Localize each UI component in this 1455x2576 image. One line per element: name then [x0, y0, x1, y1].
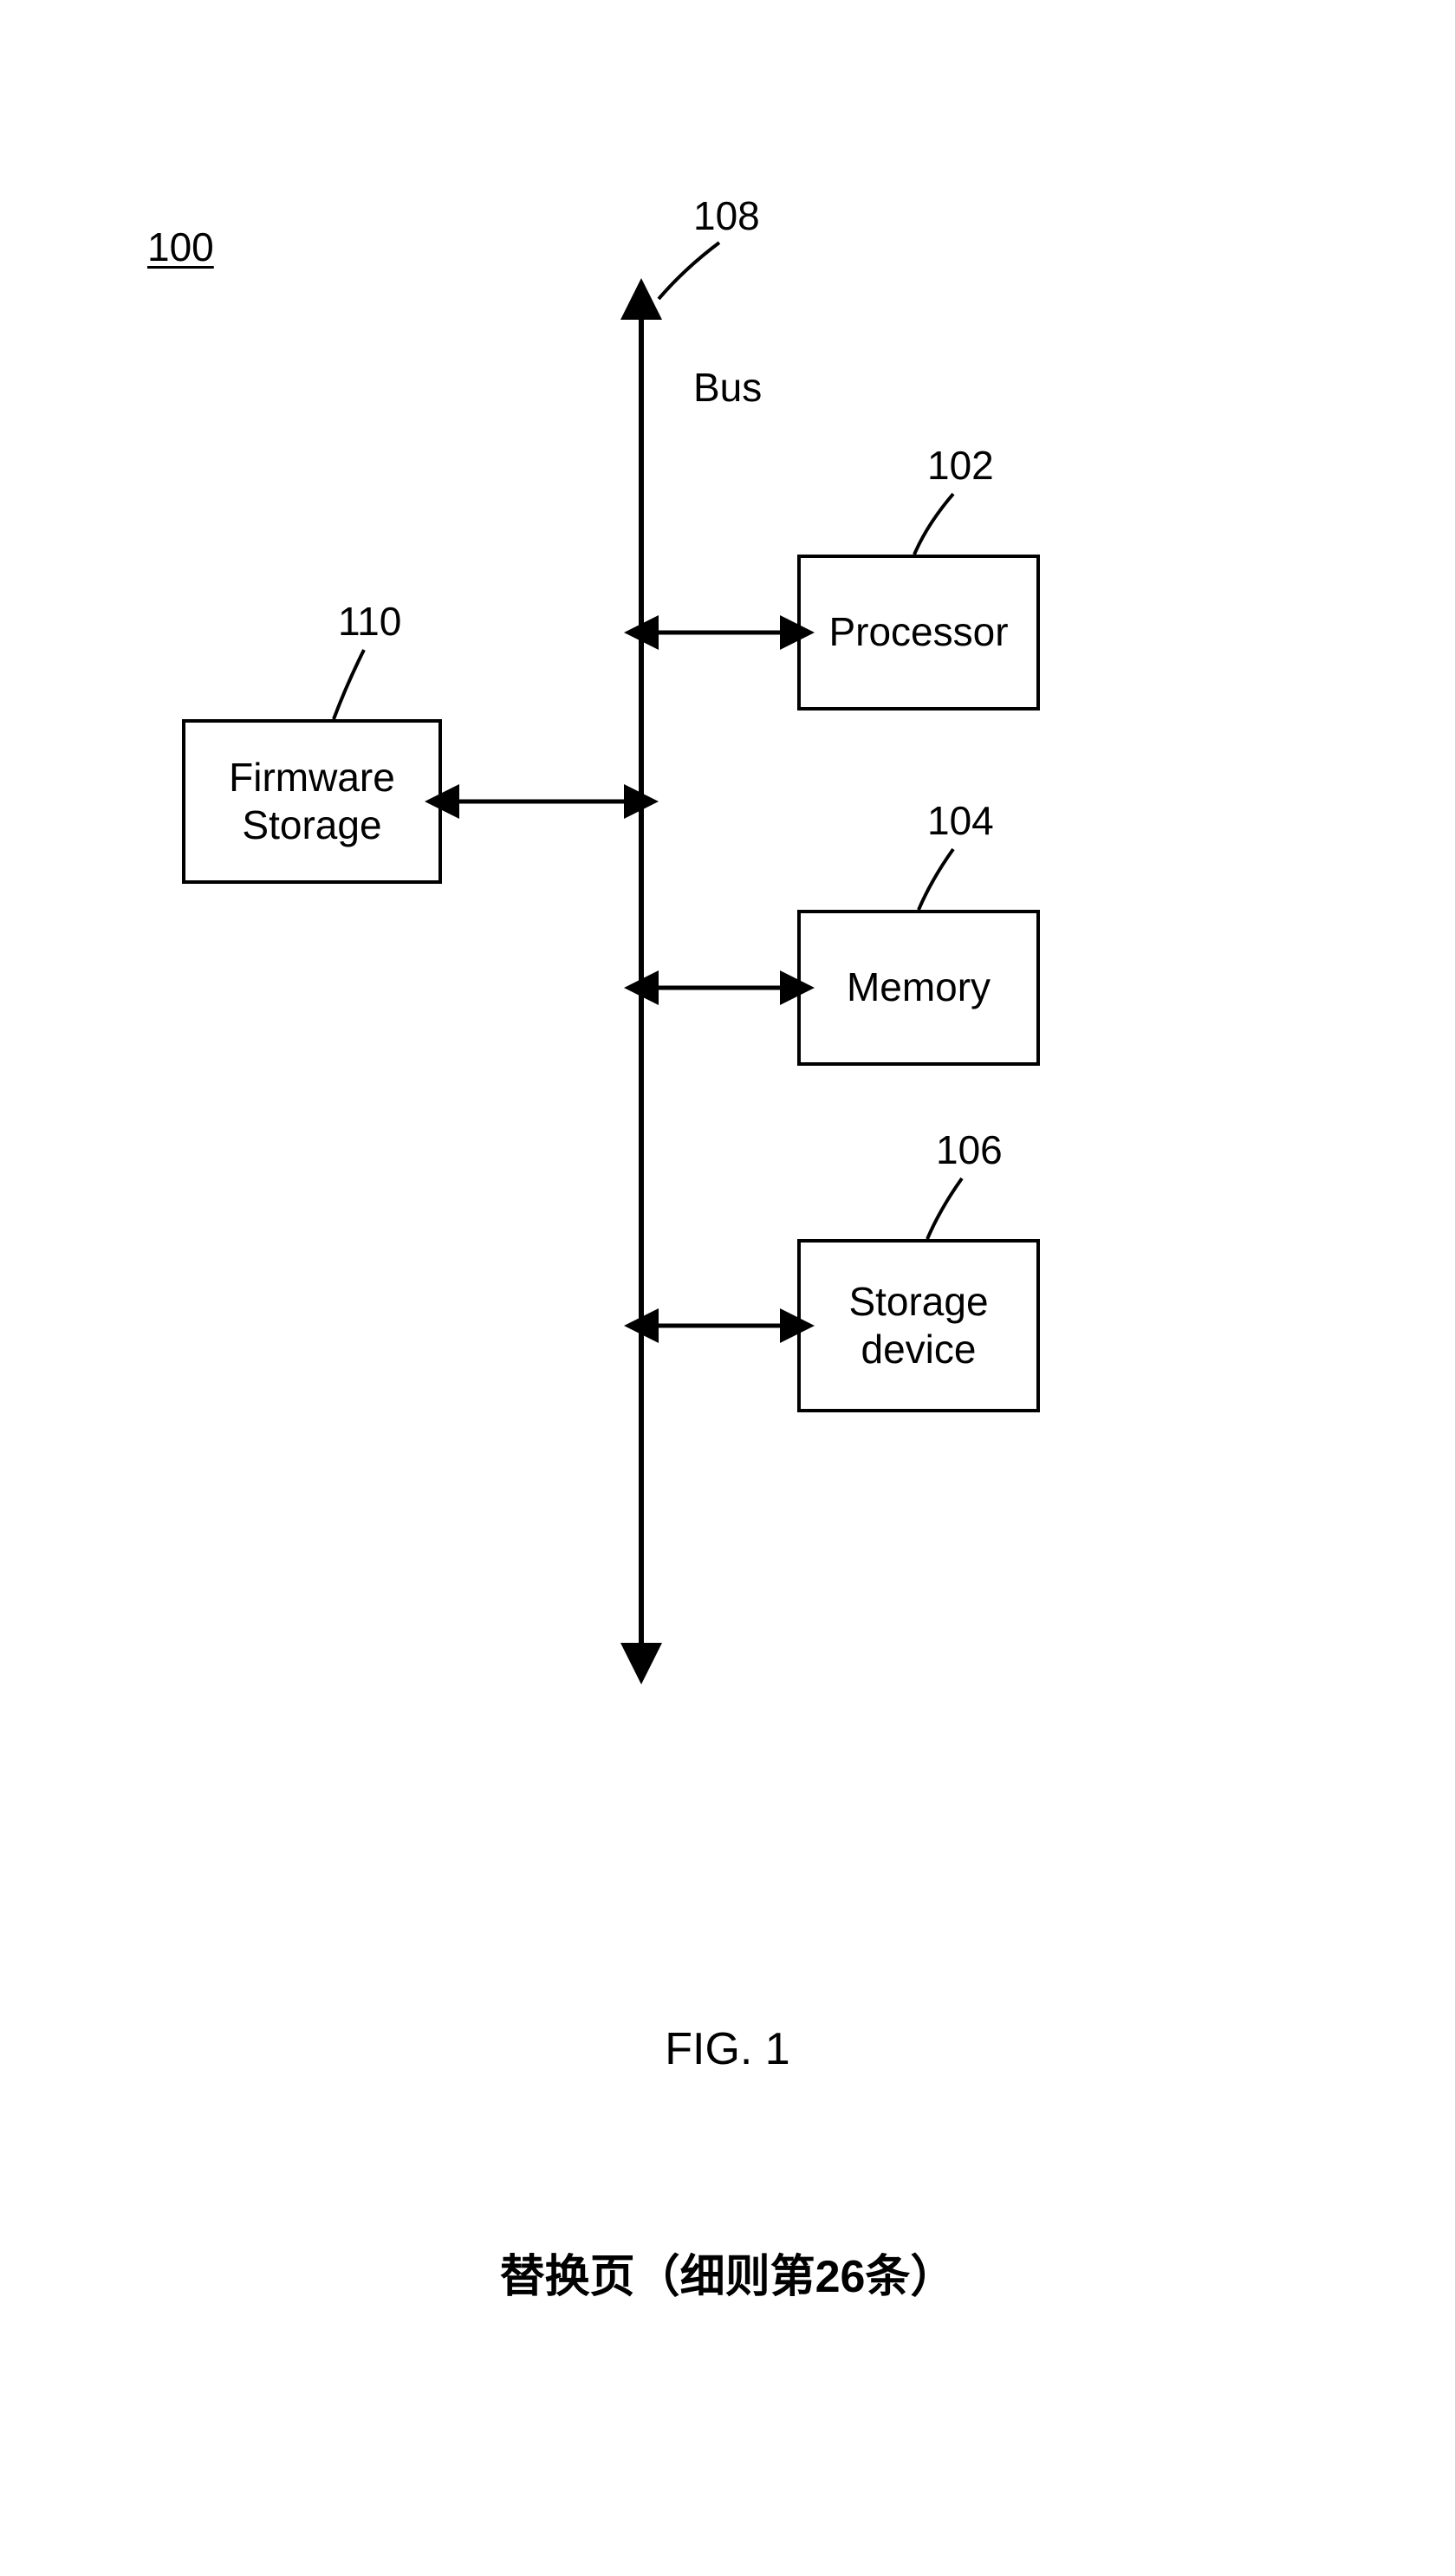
figure-caption: FIG. 1	[0, 2023, 1455, 2075]
diagram-page: 100 108 Bus 102 110 104 106 Processor Fi…	[0, 0, 1455, 2576]
processor-ref-leader	[914, 494, 953, 555]
storage-ref-leader	[927, 1178, 962, 1239]
bus-ref-leader	[659, 243, 719, 299]
memory-ref-leader	[919, 849, 953, 910]
diagram-lines	[0, 0, 1455, 2576]
firmware-ref-leader	[334, 650, 364, 719]
page-footer: 替换页（细则第26条）	[0, 2240, 1455, 2305]
